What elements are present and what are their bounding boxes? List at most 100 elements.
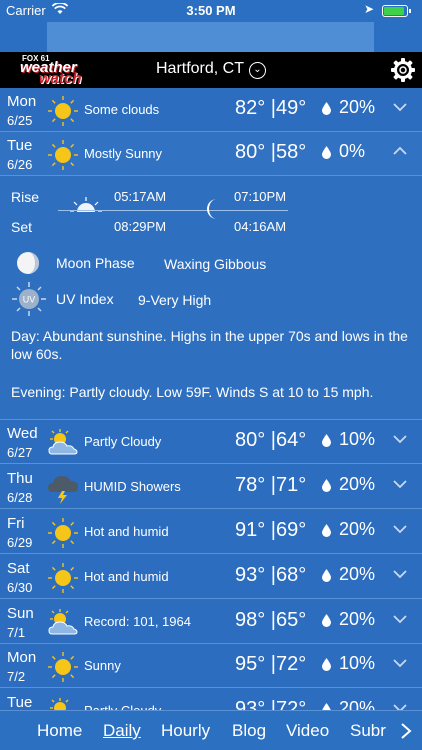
row-condition: Sunny	[84, 658, 121, 673]
rise-label: Rise	[11, 189, 40, 205]
row-day: Thu	[7, 470, 33, 487]
forecast-row[interactable]: Sat 6/30 Hot and humid 93° |68° 20%	[0, 555, 422, 599]
chevron-down-icon[interactable]	[392, 655, 408, 671]
set-label: Set	[11, 219, 33, 235]
row-condition: Partly Cloudy	[84, 434, 162, 449]
row-high: 98°	[235, 609, 266, 631]
evening-text: : Partly cloudy. Low 59F. Winds S at 10 …	[61, 384, 374, 400]
sun-icon	[46, 94, 80, 128]
evening-label: Evening	[11, 384, 62, 400]
row-high: 80°	[235, 141, 266, 163]
row-condition: Record: 101, 1964	[84, 614, 191, 629]
row-date: 6/27	[7, 445, 33, 460]
forecast-row[interactable]: Tue 6/26 Mostly Sunny 80° |58° 0%	[0, 132, 422, 176]
moon-phase-label: Moon Phase	[56, 255, 135, 271]
thunderstorm-icon	[46, 471, 80, 505]
row-low: 71°	[276, 474, 307, 496]
day-text: : Abundant sunshine. Highs in the upper …	[11, 328, 408, 362]
row-high: 78°	[235, 474, 266, 496]
status-bar: Carrier 3:50 PM ➤	[0, 0, 422, 22]
row-precip: 0%	[339, 141, 366, 161]
chevron-down-circle-icon[interactable]: ⌄	[249, 62, 266, 79]
tab-video[interactable]: Video	[286, 721, 329, 741]
forecast-row[interactable]: Sun 7/1 Record: 101, 1964 98° |65° 20%	[0, 600, 422, 644]
raindrop-icon	[322, 146, 331, 159]
row-low: 69°	[276, 519, 307, 541]
row-date: 6/28	[7, 490, 33, 505]
row-high: 82°	[235, 97, 266, 119]
sun-icon	[46, 650, 80, 684]
chevron-down-icon[interactable]	[392, 566, 408, 582]
chevron-right-icon[interactable]	[399, 722, 413, 740]
row-high-low: 80° |58°	[235, 141, 307, 163]
forecast-row[interactable]: Fri 6/29 Hot and humid 91° |69° 20%	[0, 510, 422, 554]
day-description: Day: Abundant sunshine. Highs in the upp…	[11, 327, 411, 363]
row-high-low: 93° |68°	[235, 564, 307, 586]
moonrise-time: 07:10PM	[234, 189, 287, 204]
city-selector[interactable]: Hartford, CT ⌄	[0, 60, 422, 79]
row-day: Wed	[7, 425, 38, 442]
chevron-down-icon[interactable]	[392, 611, 408, 627]
evening-description: Evening: Partly cloudy. Low 59F. Winds S…	[11, 383, 411, 401]
row-precip: 20%	[339, 519, 376, 539]
tab-home[interactable]: Home	[37, 721, 82, 741]
row-low: 72°	[276, 653, 307, 675]
ad-banner[interactable]	[47, 22, 374, 52]
row-date: 7/1	[7, 625, 26, 640]
city-name: Hartford, CT	[155, 60, 244, 77]
clock: 3:50 PM	[186, 3, 236, 18]
row-day: Sat	[7, 560, 30, 577]
raindrop-icon	[322, 524, 331, 537]
row-low: 65°	[276, 609, 307, 631]
day-detail-panel: Rise Set 05:17AM 08:29PM 07:10PM 04:16AM…	[0, 177, 422, 420]
row-high: 95°	[235, 653, 266, 675]
raindrop-icon	[322, 569, 331, 582]
row-low: 64°	[276, 429, 307, 451]
chevron-down-icon[interactable]	[392, 476, 408, 492]
raindrop-icon	[322, 479, 331, 492]
uv-badge-text: UV	[23, 295, 36, 305]
row-high: 93°	[235, 564, 266, 586]
chevron-down-icon[interactable]	[392, 431, 408, 447]
partly-cloudy-icon	[46, 606, 80, 640]
row-precip: 10%	[339, 429, 376, 449]
location-arrow-icon: ➤	[364, 2, 375, 16]
chevron-down-icon[interactable]	[392, 99, 408, 115]
tab-subr[interactable]: Subr	[350, 721, 386, 741]
raindrop-icon	[322, 614, 331, 627]
row-date: 6/29	[7, 535, 33, 550]
row-low: 58°	[276, 141, 307, 163]
raindrop-icon	[322, 434, 331, 447]
row-high-low: 80° |64°	[235, 429, 307, 451]
row-high-low: 95° |72°	[235, 653, 307, 675]
horizon-line	[58, 210, 288, 211]
row-date: 7/2	[7, 669, 26, 684]
row-day: Fri	[7, 515, 25, 532]
row-day: Mon	[7, 649, 37, 666]
tab-blog[interactable]: Blog	[232, 721, 266, 741]
forecast-row[interactable]: Mon 6/25 Some clouds 82° |49° 20%	[0, 88, 422, 132]
row-day: Tue	[7, 137, 33, 154]
forecast-row[interactable]: Mon 7/2 Sunny 95° |72° 10%	[0, 644, 422, 688]
row-precip: 20%	[339, 474, 376, 494]
forecast-row[interactable]: Wed 6/27 Partly Cloudy 80° |64° 10%	[0, 420, 422, 464]
row-low: 68°	[276, 564, 307, 586]
moon-phase-value: Waxing Gibbous	[164, 256, 267, 272]
row-condition: Mostly Sunny	[84, 146, 163, 161]
partly-cloudy-icon	[46, 426, 80, 460]
tab-hourly[interactable]: Hourly	[161, 721, 210, 741]
uv-index-label: UV Index	[56, 291, 114, 307]
uv-index-icon: UV	[12, 282, 46, 316]
row-high-low: 78° |71°	[235, 474, 307, 496]
tab-daily[interactable]: Daily	[103, 721, 141, 741]
chevron-up-icon[interactable]	[392, 143, 408, 159]
chevron-down-icon[interactable]	[392, 521, 408, 537]
row-high-low: 98° |65°	[235, 609, 307, 631]
row-precip: 10%	[339, 653, 376, 673]
sunset-time: 08:29PM	[114, 219, 167, 234]
row-day: Sun	[7, 605, 34, 622]
gear-icon[interactable]	[390, 57, 416, 83]
row-precip: 20%	[339, 609, 376, 629]
row-day: Mon	[7, 93, 37, 110]
forecast-row[interactable]: Thu 6/28 HUMID Showers 78° |71° 20%	[0, 465, 422, 509]
